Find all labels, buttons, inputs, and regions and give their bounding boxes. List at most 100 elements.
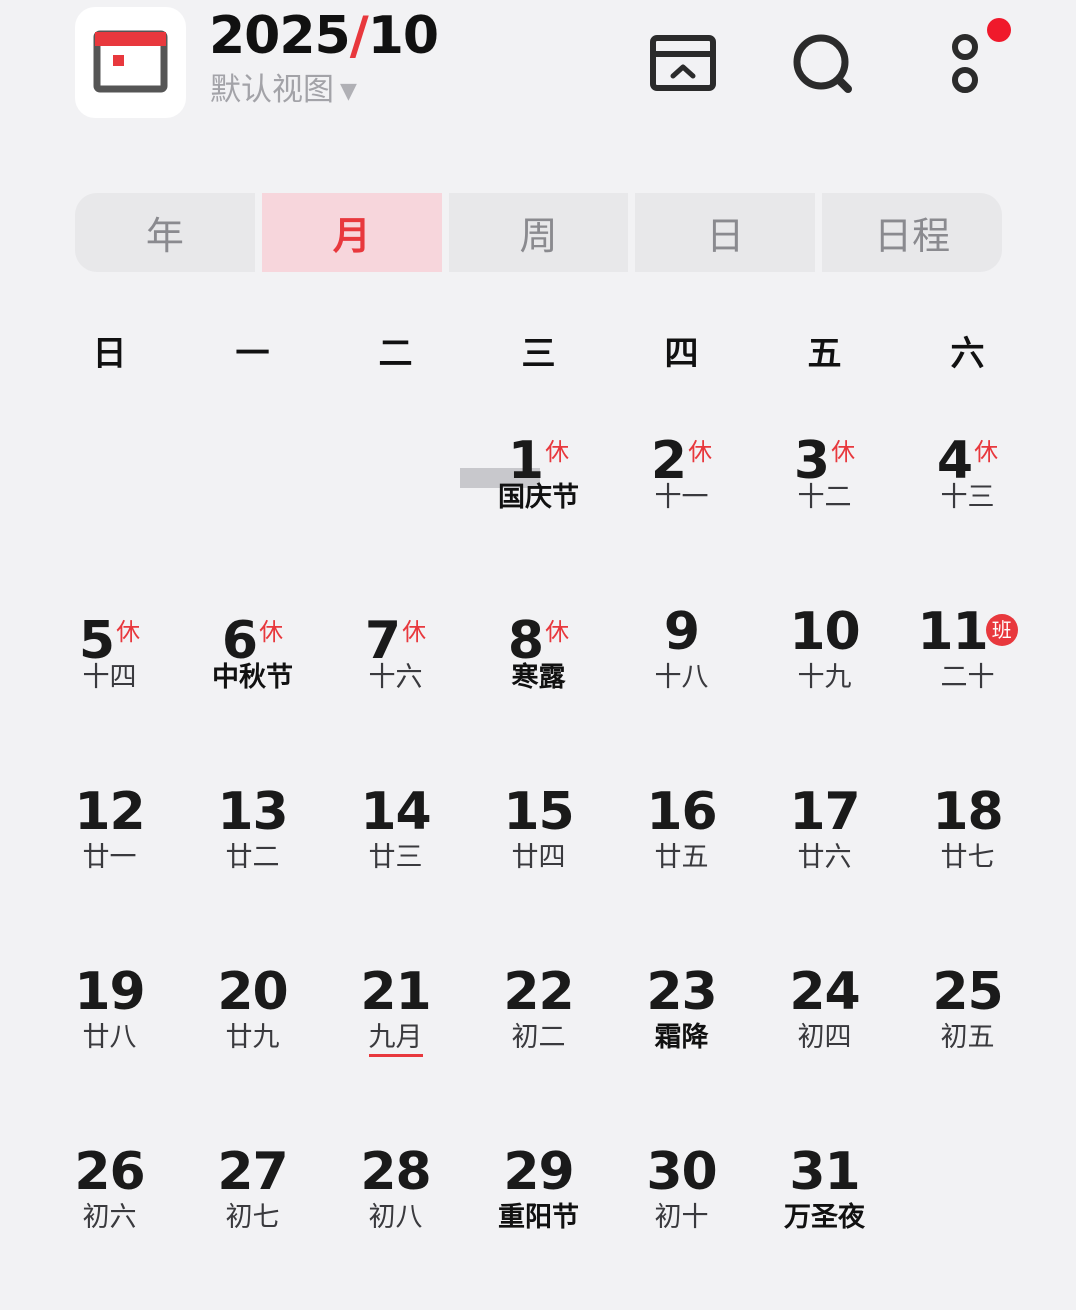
lunar-date: 二十 xyxy=(896,660,1039,696)
day-number-text: 28 xyxy=(360,1142,431,1202)
day-cell[interactable]: 17 廿六 xyxy=(753,770,896,950)
festival-label: 重阳节 xyxy=(467,1200,610,1236)
day-cell[interactable]: 25 初五 xyxy=(896,950,1039,1130)
lunar-text: 十九 xyxy=(797,662,852,693)
day-cell[interactable]: 5休 十四 xyxy=(38,590,181,770)
day-cell[interactable]: 10 十九 xyxy=(753,590,896,770)
lunar-text: 廿八 xyxy=(82,1022,137,1053)
search-button[interactable] xyxy=(788,28,860,100)
tab-week[interactable]: 周 xyxy=(448,193,629,272)
day-cell[interactable]: 22 初二 xyxy=(467,950,610,1130)
day-number-text: 19 xyxy=(74,962,145,1022)
workday-badge: 班 xyxy=(985,614,1018,646)
day-number-text: 10 xyxy=(789,602,860,662)
holiday-rest-badge: 休 xyxy=(116,618,141,646)
weekday-wed: 三 xyxy=(521,334,556,374)
search-icon xyxy=(793,34,852,93)
lunar-date: 九月 xyxy=(324,1020,467,1057)
day-cell[interactable]: 8休 寒露 xyxy=(467,590,610,770)
lunar-text: 九月 xyxy=(368,1022,423,1057)
weekday-sun: 日 xyxy=(92,334,127,374)
lunar-text: 廿四 xyxy=(511,842,566,873)
calendar-app-icon[interactable] xyxy=(75,7,186,118)
day-number: 16 xyxy=(610,776,753,848)
day-number: 14 xyxy=(324,776,467,848)
day-cell[interactable]: 20 廿九 xyxy=(181,950,324,1130)
empty-cell xyxy=(181,410,324,590)
weekday-fri: 五 xyxy=(807,334,842,374)
day-number: 26 xyxy=(38,1136,181,1208)
lunar-date: 廿一 xyxy=(38,840,181,876)
lunar-date: 十二 xyxy=(753,480,896,516)
festival-label: 霜降 xyxy=(610,1020,753,1056)
today-icon xyxy=(650,35,716,91)
day-number-text: 22 xyxy=(503,962,574,1022)
weekday-tue: 二 xyxy=(378,334,413,374)
tab-month[interactable]: 月 xyxy=(261,193,442,272)
day-cell[interactable]: 11 班二十 xyxy=(896,590,1039,770)
day-cell[interactable]: 31 万圣夜 xyxy=(753,1130,896,1310)
lunar-text: 廿二 xyxy=(225,842,280,873)
day-cell[interactable]: 30 初十 xyxy=(610,1130,753,1310)
holiday-rest-badge: 休 xyxy=(974,438,999,466)
day-cell[interactable]: 19 廿八 xyxy=(38,950,181,1130)
day-cell[interactable]: 27 初七 xyxy=(181,1130,324,1310)
day-number: 30 xyxy=(610,1136,753,1208)
day-number: 13 xyxy=(181,776,324,848)
day-number-text: 30 xyxy=(646,1142,717,1202)
lunar-text: 十二 xyxy=(797,482,852,513)
day-cell[interactable]: 21 九月 xyxy=(324,950,467,1130)
day-cell[interactable]: 28 初八 xyxy=(324,1130,467,1310)
day-number: 17 xyxy=(753,776,896,848)
holiday-rest-badge: 休 xyxy=(545,618,570,646)
day-cell[interactable]: 2休 十一 xyxy=(610,410,753,590)
today-button[interactable] xyxy=(647,28,719,100)
lunar-text: 中秋节 xyxy=(212,662,293,693)
day-cell[interactable]: 15 廿四 xyxy=(467,770,610,950)
empty-cell xyxy=(324,410,467,590)
lunar-date: 廿四 xyxy=(467,840,610,876)
day-number-text: 27 xyxy=(217,1142,288,1202)
day-cell[interactable]: 7休 十六 xyxy=(324,590,467,770)
tab-day[interactable]: 日 xyxy=(635,193,816,272)
month-text: 10 xyxy=(367,6,439,66)
day-number-text: 25 xyxy=(932,962,1003,1022)
lunar-date: 廿三 xyxy=(324,840,467,876)
lunar-date: 廿五 xyxy=(610,840,753,876)
weekday-sat: 六 xyxy=(950,334,985,374)
day-cell[interactable]: 26 初六 xyxy=(38,1130,181,1310)
lunar-date: 廿七 xyxy=(896,840,1039,876)
day-cell[interactable]: 24 初四 xyxy=(753,950,896,1130)
lunar-date: 十八 xyxy=(610,660,753,696)
festival-label: 中秋节 xyxy=(181,660,324,696)
view-selector[interactable]: 默认视图 ▼ xyxy=(210,68,357,114)
lunar-text: 初八 xyxy=(368,1202,423,1233)
day-number-text: 26 xyxy=(74,1142,145,1202)
day-number: 19 xyxy=(38,956,181,1028)
day-number: 27 xyxy=(181,1136,324,1208)
day-cell[interactable]: 18 廿七 xyxy=(896,770,1039,950)
day-cell[interactable]: 29 重阳节 xyxy=(467,1130,610,1310)
day-cell[interactable]: 12 廿一 xyxy=(38,770,181,950)
day-cell[interactable]: 14 廿三 xyxy=(324,770,467,950)
lunar-date: 初十 xyxy=(610,1200,753,1236)
day-cell[interactable]: 13 廿二 xyxy=(181,770,324,950)
day-cell[interactable]: 3休 十二 xyxy=(753,410,896,590)
month-title[interactable]: 2025/10 xyxy=(209,4,439,68)
day-number-text: 20 xyxy=(217,962,288,1022)
tab-agenda[interactable]: 日程 xyxy=(822,193,1002,272)
lunar-text: 廿九 xyxy=(225,1022,280,1053)
day-cell[interactable]: 23 霜降 xyxy=(610,950,753,1130)
day-number-text: 15 xyxy=(503,782,574,842)
lunar-text: 二十 xyxy=(940,662,995,693)
day-number-text: 21 xyxy=(360,962,431,1022)
tab-year[interactable]: 年 xyxy=(75,193,255,272)
day-cell[interactable]: 6休 中秋节 xyxy=(181,590,324,770)
day-cell[interactable]: 1休 国庆节 xyxy=(467,410,610,590)
day-number: 29 xyxy=(467,1136,610,1208)
festival-label: 寒露 xyxy=(467,660,610,696)
day-number-text: 17 xyxy=(789,782,860,842)
day-cell[interactable]: 9 十八 xyxy=(610,590,753,770)
day-cell[interactable]: 16 廿五 xyxy=(610,770,753,950)
day-cell[interactable]: 4休 十三 xyxy=(896,410,1039,590)
